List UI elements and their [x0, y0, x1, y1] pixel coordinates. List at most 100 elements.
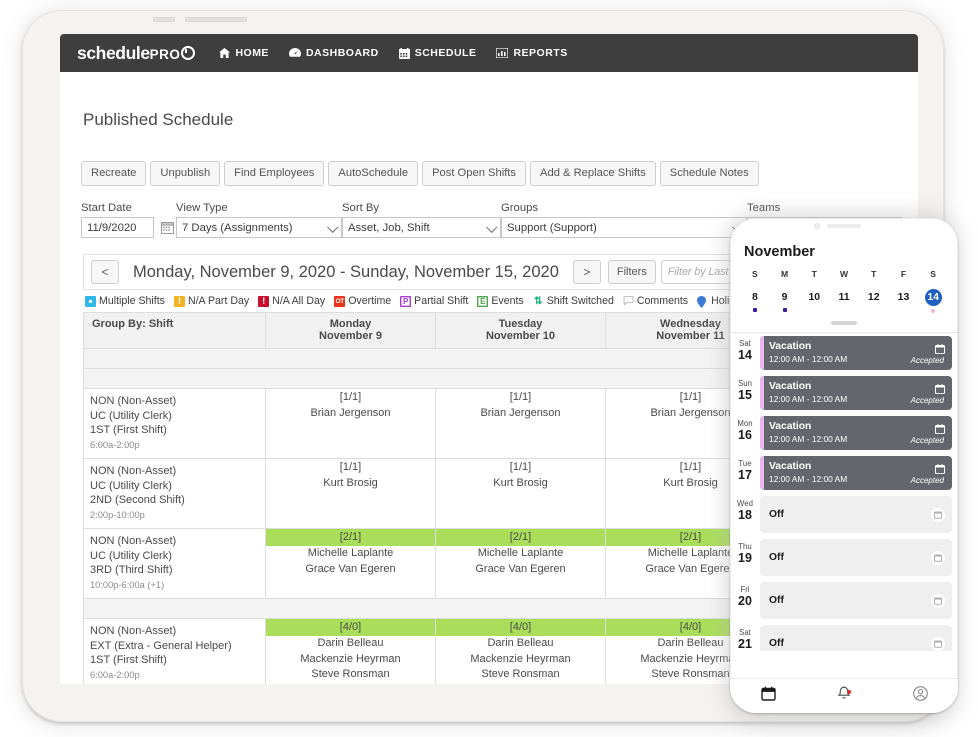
- employee-name: Mackenzie Heyrman: [436, 652, 605, 668]
- add-replace-shifts-button[interactable]: Add & Replace Shifts: [530, 161, 656, 186]
- tablet-button-small: [153, 17, 175, 22]
- day-cell[interactable]: [1/1] Brian Jergenson: [436, 389, 606, 459]
- unpublish-button[interactable]: Unpublish: [150, 161, 220, 186]
- agenda-dow: Mon: [730, 419, 760, 428]
- autoschedule-button[interactable]: AutoSchedule: [328, 161, 418, 186]
- day-cell[interactable]: [4/0] Darin Belleau Mackenzie Heyrman St…: [436, 619, 606, 685]
- nav-item-schedule[interactable]: SCHEDULE: [399, 47, 477, 59]
- phone-date-cell[interactable]: 10: [799, 287, 829, 313]
- nav-item-dashboard[interactable]: DASHBOARD: [289, 47, 379, 59]
- employee-name: Mackenzie Heyrman: [266, 652, 435, 668]
- row-asset: NON (Non-Asset): [90, 464, 259, 479]
- nav-calendar-tab[interactable]: [730, 686, 806, 706]
- weekday-label: S: [740, 269, 770, 279]
- column-header-dow: Monday: [266, 318, 435, 330]
- agenda-dow: Fri: [730, 585, 760, 594]
- employee-name: Grace Van Egeren: [266, 562, 435, 578]
- agenda-card-vacation[interactable]: Vacation 12:00 AM - 12:00 AM Accepted: [760, 376, 952, 410]
- list-item[interactable]: Sat 21 Off: [730, 622, 958, 651]
- home-icon: [219, 48, 230, 58]
- filters-button[interactable]: Filters: [608, 260, 656, 284]
- find-employees-button[interactable]: Find Employees: [224, 161, 324, 186]
- day-cell[interactable]: [4/0] Darin Belleau Mackenzie Heyrman St…: [266, 619, 436, 685]
- calendar-picker-icon[interactable]: [158, 217, 176, 238]
- card-title: Vacation: [769, 381, 944, 392]
- start-date-input[interactable]: 11/9/2020: [81, 217, 154, 238]
- employee-name: Steve Ronsman: [266, 667, 435, 683]
- groups-select[interactable]: Support (Support): [501, 217, 747, 238]
- phone-agenda-list[interactable]: Sat 14 Vacation 12:00 AM - 12:00 AM Acce…: [730, 333, 958, 651]
- agenda-day: 17: [730, 468, 760, 482]
- na-part-day-icon: !: [174, 296, 185, 307]
- row-time: 6:00a-2:00p: [90, 668, 259, 683]
- agenda-day: 20: [730, 594, 760, 608]
- phone-date-number: 11: [838, 291, 849, 303]
- phone-date-cell[interactable]: 8: [740, 287, 770, 313]
- post-open-shifts-button[interactable]: Post Open Shifts: [422, 161, 526, 186]
- phone-date-cell[interactable]: 11: [829, 287, 859, 313]
- page-title: Published Schedule: [83, 110, 233, 130]
- day-cell[interactable]: [2/1] Michelle Laplante Grace Van Egeren: [266, 529, 436, 599]
- employee-name: Michelle Laplante: [266, 546, 435, 562]
- employee-name: Kurt Brosig: [266, 476, 435, 492]
- phone-date-cell-selected[interactable]: 14: [918, 287, 948, 313]
- list-item[interactable]: Fri 20 Off: [730, 579, 958, 622]
- nav-account-tab[interactable]: [882, 686, 958, 706]
- next-week-button[interactable]: >: [573, 260, 601, 284]
- app-logo[interactable]: schedulePRO: [77, 43, 195, 64]
- tablet-button-large: [185, 17, 247, 22]
- schedule-notes-button[interactable]: Schedule Notes: [660, 161, 759, 186]
- nav-items: HOME DASHBOARD SCHEDULE REPORTS: [219, 47, 567, 59]
- list-item[interactable]: Wed 18 Off: [730, 493, 958, 536]
- phone-date-dot: [783, 308, 787, 312]
- day-cell[interactable]: [2/1] Michelle Laplante Grace Van Egeren: [436, 529, 606, 599]
- sort-by-value: Asset, Job, Shift: [348, 222, 430, 234]
- list-item[interactable]: Mon 16 Vacation 12:00 AM - 12:00 AM Acce…: [730, 413, 958, 453]
- column-header-date: November 10: [436, 330, 605, 342]
- row-shift: 3RD (Third Shift): [90, 563, 259, 578]
- legend-label: N/A All Day: [272, 295, 325, 307]
- sort-by-select[interactable]: Asset, Job, Shift: [342, 217, 501, 238]
- calendar-icon: [935, 421, 945, 439]
- view-type-value: 7 Days (Assignments): [182, 222, 293, 234]
- assignment-count: [4/0]: [266, 619, 435, 636]
- agenda-card-off[interactable]: Off: [760, 582, 952, 619]
- weekday-label: T: [859, 269, 889, 279]
- prev-week-button[interactable]: <: [91, 260, 119, 284]
- view-type-select[interactable]: 7 Days (Assignments): [176, 217, 342, 238]
- card-title: Vacation: [769, 421, 944, 432]
- agenda-card-vacation[interactable]: Vacation 12:00 AM - 12:00 AM Accepted: [760, 336, 952, 370]
- legend-item-na-all-day: ! N/A All Day: [258, 295, 325, 307]
- date-range-label: Monday, November 9, 2020 - Sunday, Novem…: [133, 263, 559, 282]
- day-cell[interactable]: [1/1] Kurt Brosig: [436, 459, 606, 529]
- phone-notch: [730, 218, 958, 234]
- list-item[interactable]: Tue 17 Vacation 12:00 AM - 12:00 AM Acce…: [730, 453, 958, 493]
- drag-handle[interactable]: [831, 321, 857, 325]
- day-cell[interactable]: [1/1] Brian Jergenson: [266, 389, 436, 459]
- phone-date-dot: [842, 308, 846, 312]
- phone-date-cell[interactable]: 9: [770, 287, 800, 313]
- phone-date-dot: [812, 308, 816, 312]
- list-item[interactable]: Sun 15 Vacation 12:00 AM - 12:00 AM Acce…: [730, 373, 958, 413]
- employee-name: Brian Jergenson: [266, 406, 435, 422]
- recreate-button[interactable]: Recreate: [81, 161, 146, 186]
- agenda-card-vacation[interactable]: Vacation 12:00 AM - 12:00 AM Accepted: [760, 456, 952, 490]
- nav-notifications-tab[interactable]: [806, 686, 882, 706]
- employee-name: Steve Ronsman: [436, 667, 605, 683]
- row-label-cell: NON (Non-Asset) UC (Utility Clerk) 3RD (…: [84, 529, 266, 599]
- agenda-card-vacation[interactable]: Vacation 12:00 AM - 12:00 AM Accepted: [760, 416, 952, 450]
- nav-item-reports[interactable]: REPORTS: [496, 47, 567, 59]
- agenda-card-off[interactable]: Off: [760, 496, 952, 533]
- agenda-card-off[interactable]: Off: [760, 539, 952, 576]
- list-item[interactable]: Sat 14 Vacation 12:00 AM - 12:00 AM Acce…: [730, 333, 958, 373]
- phone-date-cell[interactable]: 12: [859, 287, 889, 313]
- day-cell[interactable]: [1/1] Kurt Brosig: [266, 459, 436, 529]
- nav-item-home[interactable]: HOME: [219, 47, 269, 59]
- phone-date-cell[interactable]: 13: [889, 287, 919, 313]
- row-time: 2:00p-10:00p: [90, 508, 259, 523]
- list-item[interactable]: Thu 19 Off: [730, 536, 958, 579]
- agenda-card-off[interactable]: Off: [760, 625, 952, 651]
- phone-date-dot: [931, 309, 935, 313]
- chevron-down-icon: [327, 222, 338, 233]
- phone-frame: November S M T W T F S 8 9 10 11: [730, 218, 958, 713]
